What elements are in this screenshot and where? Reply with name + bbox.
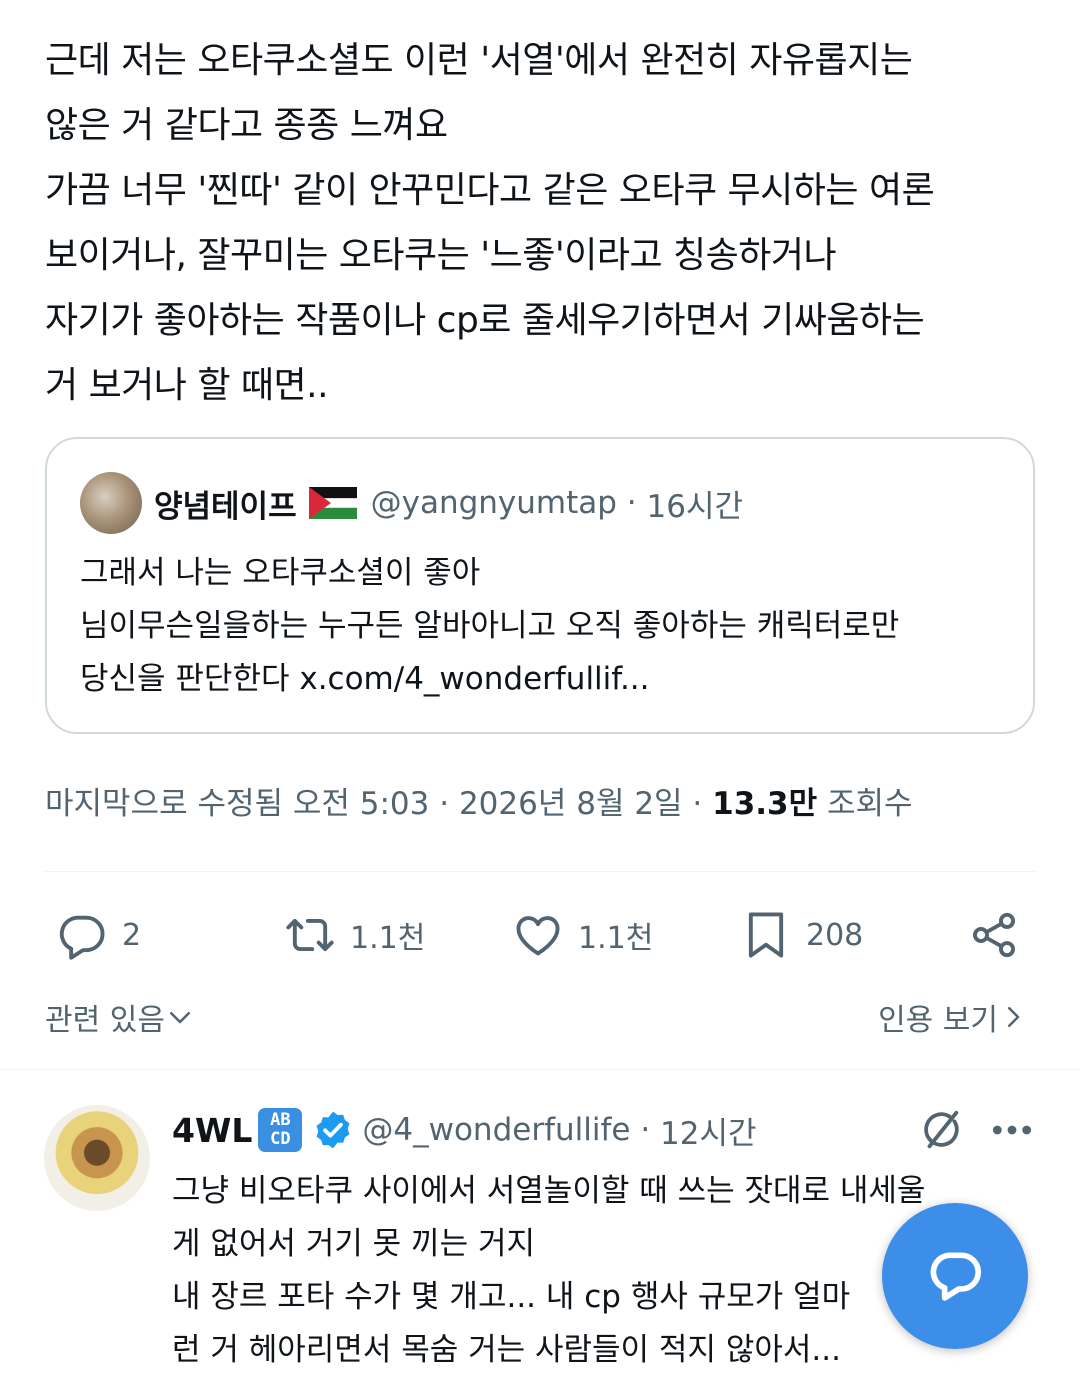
chevron-down-icon: [169, 1012, 190, 1024]
separator-dot: ·: [616, 485, 647, 521]
quoted-text-line: 그래서 나는 오타쿠소셜이 좋아: [80, 555, 481, 591]
like-icon: [516, 916, 560, 956]
divider: [0, 1069, 1080, 1070]
edited-time[interactable]: 마지막으로 수정됨 오전 5:03: [45, 786, 429, 822]
grok-icon[interactable]: [918, 1107, 964, 1153]
abcd-emoji-icon: AB CD: [258, 1108, 303, 1152]
action-bar: 2 1.1천 1.1천 208: [0, 900, 1080, 970]
divider: [45, 871, 1035, 872]
separator-dot: ·: [630, 1112, 661, 1148]
repost-icon: [286, 918, 334, 952]
tweet-text-line: 거 보거나 할 때면..: [45, 365, 329, 406]
tweet-text-line: 보이거나, 잘꾸미는 오타쿠는 '느좋'이라고 칭송하거나: [45, 235, 837, 276]
quoted-tweet-text: 그래서 나는 오타쿠소셜이 좋아 님이무슨일을하는 누구든 알바아니고 오직 좋…: [80, 547, 1010, 706]
view-quotes-link[interactable]: 인용 보기: [878, 995, 1028, 1039]
separator-dot: ·: [439, 786, 459, 822]
tweet-text: 근데 저는 오타쿠소셜도 이런 '서열'에서 완전히 자유롭지는 않은 거 같다…: [45, 28, 1045, 418]
tweet-meta: 마지막으로 수정됨 오전 5:03 · 2026년 8월 2일 · 13.3만 …: [45, 778, 913, 823]
quoted-author-name[interactable]: 양념테이프: [154, 481, 297, 526]
share-button[interactable]: [968, 900, 1020, 970]
quoted-tweet-card[interactable]: 양념테이프 @yangnyumtap · 16시간 그래서 나는 오타쿠소셜이 …: [45, 437, 1035, 734]
views-count: 13.3만: [712, 786, 818, 822]
tweet-text-line: 근데 저는 오타쿠소셜도 이런 '서열'에서 완전히 자유롭지는: [45, 40, 913, 81]
like-count: 1.1천: [578, 921, 654, 956]
repost-button[interactable]: 1.1천: [284, 900, 425, 970]
reply-time: 12시간: [660, 1115, 757, 1152]
share-icon: [972, 912, 1016, 958]
bookmark-icon: [748, 912, 784, 958]
palestine-flag-icon: [308, 487, 357, 519]
reply-text-line: 그냥 비오타쿠 사이에서 서열놀이할 때 쓰는 잣대로 내세울: [172, 1173, 926, 1209]
reply-author-handle: @4_wonderfullife: [362, 1112, 631, 1148]
views-label: 조회수: [827, 786, 913, 822]
tweet-text-line: 자기가 좋아하는 작품이나 cp로 줄세우기하면서 기싸움하는: [45, 300, 925, 341]
reply-author-avatar[interactable]: [44, 1105, 150, 1211]
like-button[interactable]: 1.1천: [512, 900, 653, 970]
compose-icon: [930, 1252, 982, 1301]
related-toggle[interactable]: 관련 있음: [45, 995, 195, 1039]
tweet-text-line: 가끔 너무 '찐따' 같이 안꾸민다고 같은 오타쿠 무시하는 여론: [45, 170, 935, 211]
quoted-text-line: 당신을 판단한다 x.com/4_wonderfullif...: [80, 661, 650, 697]
separator-dot: ·: [692, 786, 713, 822]
verified-icon: [316, 1111, 350, 1149]
quoted-author-handle: @yangnyumtap: [370, 485, 617, 521]
reply-count: 2: [122, 917, 142, 953]
reply-button[interactable]: 2: [56, 900, 141, 970]
tweet-date[interactable]: 2026년 8월 2일: [459, 786, 683, 822]
compose-reply-button[interactable]: [882, 1203, 1028, 1349]
chevron-right-icon: [1008, 1007, 1020, 1027]
quoted-tweet-header: 양념테이프 @yangnyumtap · 16시간: [80, 471, 743, 535]
quoted-author-avatar[interactable]: [80, 472, 142, 534]
tweet-text-line: 않은 거 같다고 종종 느껴요: [45, 105, 448, 146]
quoted-text-line: 님이무슨일을하는 누구든 알바아니고 오직 좋아하는 캐릭터로만: [80, 608, 900, 644]
reply-header: 4WL AB CD @4_wonderfullife · 12시간: [172, 1105, 757, 1155]
reply-author-name[interactable]: 4WL: [172, 1111, 252, 1150]
reply-icon: [59, 915, 105, 960]
more-icon[interactable]: [990, 1115, 1034, 1145]
quoted-tweet-time: 16시간: [646, 488, 744, 525]
bookmark-button[interactable]: 208: [740, 900, 863, 970]
related-label: 관련 있음: [45, 1003, 165, 1038]
view-quotes-label: 인용 보기: [878, 1003, 998, 1038]
repost-count: 1.1천: [350, 921, 426, 956]
bookmark-count: 208: [806, 917, 864, 953]
